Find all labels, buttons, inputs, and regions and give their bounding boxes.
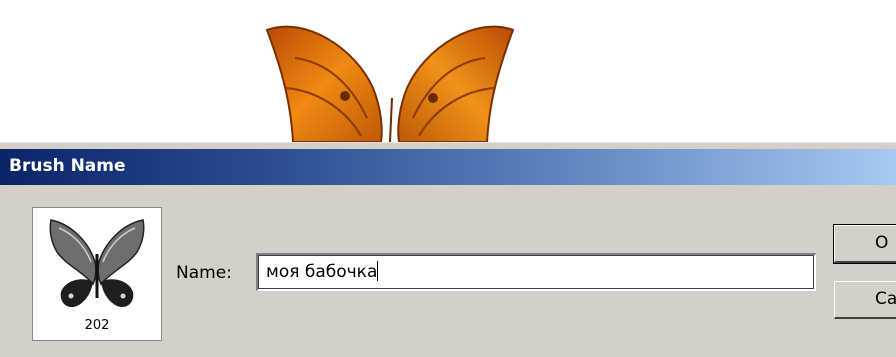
brush-name-dialog: Brush Name 202 Name: моя бабочка O Ca <box>0 142 896 357</box>
butterfly-image <box>265 25 515 142</box>
ok-button[interactable]: O <box>833 224 896 264</box>
brush-preview: 202 <box>32 207 162 341</box>
name-label: Name: <box>176 263 232 283</box>
cancel-button[interactable]: Ca <box>834 281 896 319</box>
butterfly-brush-icon <box>49 219 145 308</box>
name-input-value: моя бабочка <box>266 262 378 282</box>
brush-size-label: 202 <box>84 318 110 333</box>
text-caret <box>377 261 379 281</box>
cancel-button-label: Ca <box>875 289 896 309</box>
ok-button-label: O <box>875 233 889 253</box>
dialog-title: Brush Name <box>9 156 126 176</box>
canvas-area <box>0 0 896 142</box>
name-input[interactable]: моя бабочка <box>256 253 816 291</box>
dialog-titlebar[interactable]: Brush Name <box>0 149 896 185</box>
